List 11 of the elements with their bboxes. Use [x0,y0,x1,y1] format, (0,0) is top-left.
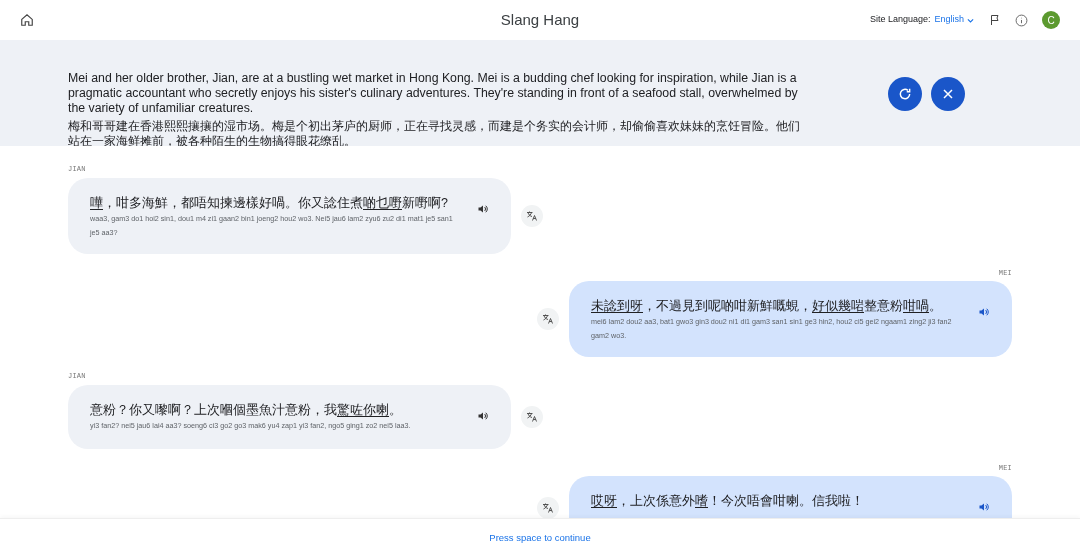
app-title: Slang Hang [500,9,580,30]
avatar[interactable]: C [1042,11,1060,29]
site-language-label: Site Language: [869,13,931,27]
scenario-text: Mei and her older brother, Jian, are at a bustling wet market in Hong Kong. Mei is a budding chef looking for inspiration, while Jian is a pragmatic accountant who secretly enjoys his sister's culinary adventures. They're standing in front of a seafood stall, overwhelmed by the variety of unfamiliar creatures. [68,71,799,116]
message-text: 哎呀，上次係意外嗜！今次唔會咁喇。信我啦！ [591,493,865,510]
message-text: 未諗到呀，不過見到呢啲咁新鮮嘅蜆，好似幾啱整意粉咁喎。 [591,298,943,315]
message-text: 嘩，咁多海鮮，都唔知揀邊樣好喎。你又諗住煮啲乜嘢新嘢啊? [90,194,449,212]
scenario-translation: 梅和哥哥建在香港熙熙攘攘的湿市场。梅是个初出茅庐的厨师，正在寻找灵感，而建是个务实的会计师，却偷偷喜欢妹妹的烹饪冒险。他们站在一家海鲜摊前，被各种陌生的生物搞得眼花缭乱。 [68,119,801,146]
continue-link[interactable]: Press space to continue [489,531,591,546]
message-text: 意粉？你又嚟啊？上次嗰個墨魚汁意粉，我驚咗你喇。 [90,401,403,419]
language-dropdown[interactable]: English [934,13,975,27]
